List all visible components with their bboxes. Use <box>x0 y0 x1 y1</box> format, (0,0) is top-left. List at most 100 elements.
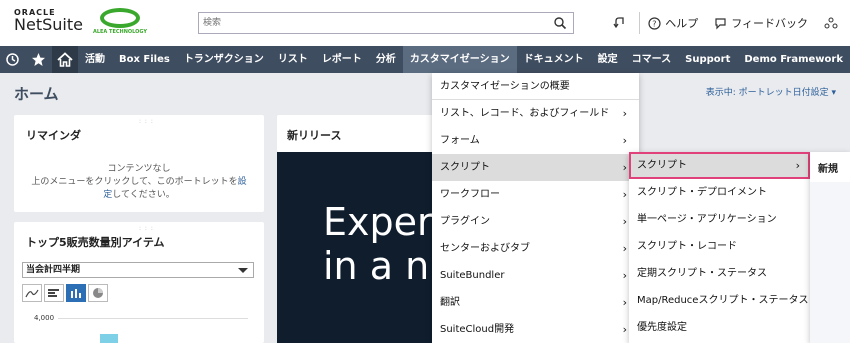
menu-item-label: リスト、レコード、およびフィールド <box>440 108 610 119</box>
global-search <box>198 12 574 34</box>
chevron-right-icon: › <box>622 188 627 201</box>
partner-logo-ring-icon <box>100 8 140 28</box>
nav-analytics[interactable]: 分析 <box>369 46 403 73</box>
help-label: ヘルプ <box>665 17 699 30</box>
partner-logo-text: ALEA TECHNOLOGY <box>92 29 148 35</box>
drag-handle-icon[interactable]: : : : <box>139 118 154 125</box>
home-nav-button[interactable] <box>51 46 78 73</box>
column-chart-icon <box>71 289 81 298</box>
svg-text:?: ? <box>653 19 657 28</box>
line-chart-icon <box>25 289 39 298</box>
recent-records-button[interactable] <box>605 16 639 30</box>
chart-bar <box>100 334 118 343</box>
submenu-item-script-records[interactable]: スクリプト・レコード <box>629 233 810 260</box>
recent-nav-button[interactable] <box>0 46 26 73</box>
submenu-item-priority-settings[interactable]: 優先度設定 <box>629 314 810 341</box>
menu-item-lists-records-fields[interactable]: リスト、レコード、およびフィールド › <box>432 100 639 127</box>
netsuite-wordmark: NetSuite <box>14 15 83 34</box>
help-button[interactable]: ? ヘルプ <box>640 15 706 31</box>
nav-setup[interactable]: 設定 <box>591 46 625 73</box>
bar-chart-button[interactable] <box>66 284 86 302</box>
menu-item-suitebundler[interactable]: SuiteBundler › <box>432 262 639 289</box>
menu-item-label: 単一ページ・アプリケーション <box>637 214 777 225</box>
page-header: ホーム 表示中: ポートレット日付設定 ▾ <box>0 73 850 113</box>
nav-activities[interactable]: 活動 <box>78 46 112 73</box>
menu-item-suitecloud-dev[interactable]: SuiteCloud開発 › <box>432 316 639 343</box>
roles-button[interactable] <box>816 16 850 30</box>
home-icon <box>57 52 73 67</box>
submenu-item-mapreduce-status[interactable]: Map/Reduceスクリプト・ステータス <box>629 287 810 314</box>
chart-gridline <box>58 318 248 319</box>
period-select[interactable]: 当会計四半期 <box>22 262 254 278</box>
setup-link-cont[interactable]: 定 <box>103 190 112 200</box>
top-bar: ORACLE NetSuite ALEA TECHNOLOGY ? ヘルプ フィ… <box>0 0 850 46</box>
recent-records-icon <box>613 17 624 29</box>
nav-documents[interactable]: ドキュメント <box>517 46 591 73</box>
menu-item-label: カスタマイゼーションの概要 <box>440 81 570 92</box>
nav-support[interactable]: Support <box>678 46 737 73</box>
menu-item-workflow[interactable]: ワークフロー › <box>432 181 639 208</box>
nav-customization[interactable]: カスタマイゼーション <box>402 46 517 73</box>
menu-item-plugins[interactable]: プラグイン › <box>432 208 639 235</box>
nav-reports[interactable]: レポート <box>315 46 369 73</box>
chevron-down-icon: ▾ <box>831 88 836 98</box>
netsuite-logo[interactable]: ORACLE NetSuite <box>14 8 83 33</box>
bar-chart-horizontal-button[interactable] <box>44 284 64 302</box>
menu-item-label: ワークフロー <box>440 189 500 200</box>
menu-item-translation[interactable]: 翻訳 › <box>432 289 639 316</box>
top-items-portlet: : : : トップ5販売数量別アイテム <box>14 222 264 343</box>
page-title: ホーム <box>14 85 59 103</box>
feedback-label: フィードバック <box>731 17 808 30</box>
portlet-title: トップ5販売数量別アイテム <box>26 236 165 249</box>
view-preference-label: 表示中: ポートレット日付設定 <box>705 88 829 98</box>
chevron-right-icon: › <box>622 296 627 309</box>
search-input[interactable] <box>199 13 539 33</box>
nav-lists[interactable]: リスト <box>271 46 315 73</box>
banner-text-line1: Exper <box>323 200 433 244</box>
background-preview-image <box>810 182 850 343</box>
main-nav: 活動 Box Files トランザクション リスト レポート 分析 カスタマイゼ… <box>0 46 850 73</box>
menu-item-forms[interactable]: フォーム › <box>432 127 639 154</box>
release-video-banner[interactable]: Exper in a n <box>277 152 437 343</box>
chevron-down-icon <box>238 268 248 273</box>
nav-commerce[interactable]: コマース <box>625 46 679 73</box>
search-icon[interactable] <box>553 16 567 30</box>
scripting-submenu: スクリプト › スクリプト・デプロイメント 単一ページ・アプリケーション スクリプ… <box>629 152 810 343</box>
favorites-nav-button[interactable] <box>26 46 52 73</box>
submenu-item-new[interactable]: 新規 <box>818 160 838 175</box>
submenu-item-scheduled-status[interactable]: 定期スクリプト・ステータス <box>629 260 810 287</box>
nav-box-files[interactable]: Box Files <box>112 46 177 73</box>
help-icon: ? <box>648 16 661 30</box>
submenu-item-single-page-apps[interactable]: 単一ページ・アプリケーション <box>629 206 810 233</box>
menu-item-label: スクリプト・デプロイメント <box>637 187 767 198</box>
submenu-item-script-deployments[interactable]: スクリプト・デプロイメント <box>629 179 810 206</box>
chevron-right-icon: › <box>622 161 627 174</box>
menu-item-overview[interactable]: カスタマイゼーションの概要 <box>432 73 639 100</box>
history-icon <box>6 53 20 66</box>
period-value: 当会計四半期 <box>26 265 81 275</box>
menu-item-label: SuiteCloud開発 <box>440 324 515 335</box>
nav-transactions[interactable]: トランザクション <box>177 46 271 73</box>
reminders-portlet: : : : リマインダ コンテンツなし 上のメニューをクリックして、このポートレ… <box>14 115 264 212</box>
nav-demo-framework[interactable]: Demo Framework <box>737 46 850 73</box>
top-right-tools: ? ヘルプ フィードバック <box>605 10 850 36</box>
chevron-right-icon: › <box>622 323 627 336</box>
partner-logo: ALEA TECHNOLOGY <box>90 8 150 35</box>
pie-chart-button[interactable] <box>88 284 108 302</box>
drag-handle-icon[interactable]: : : : <box>139 225 154 232</box>
setup-link[interactable]: 設 <box>238 177 247 187</box>
chevron-right-icon: › <box>795 159 800 172</box>
view-preference-link[interactable]: 表示中: ポートレット日付設定 ▾ <box>706 85 836 98</box>
scripts-submenu: 新規 <box>810 152 850 343</box>
chevron-right-icon: › <box>622 134 627 147</box>
menu-item-scripting[interactable]: スクリプト › <box>432 154 639 181</box>
feedback-button[interactable]: フィードバック <box>706 15 816 31</box>
pie-chart-icon <box>93 288 103 298</box>
reminders-empty-message: コンテンツなし 上のメニューをクリックして、このポートレットを設 定してください… <box>14 163 264 202</box>
chevron-right-icon: › <box>622 242 627 255</box>
submenu-item-scripts[interactable]: スクリプト › <box>629 152 810 179</box>
line-chart-button[interactable] <box>22 284 42 302</box>
banner-text-line2: in a n <box>323 244 430 288</box>
chevron-right-icon: › <box>622 269 627 282</box>
menu-item-centers-tabs[interactable]: センターおよびタブ › <box>432 235 639 262</box>
